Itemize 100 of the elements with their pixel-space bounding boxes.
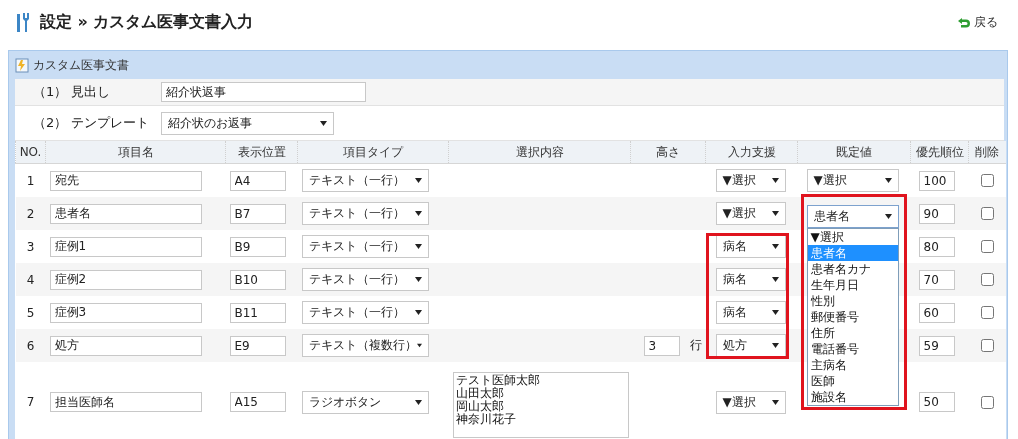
template-select[interactable]: 紹介状のお返事 <box>161 111 334 135</box>
caret-icon <box>771 342 779 349</box>
heading-field[interactable]: 紹介状返事 <box>161 82 366 102</box>
caret-icon <box>320 119 327 127</box>
priority-field[interactable]: 60 <box>918 302 955 323</box>
caret-icon <box>414 243 422 250</box>
document-icon <box>15 57 29 73</box>
item-type-select[interactable]: テキスト（一行） <box>301 235 429 258</box>
caret-icon <box>771 243 779 250</box>
caret-icon <box>771 309 779 316</box>
position-field[interactable]: B10 <box>229 269 286 290</box>
delete-checkbox[interactable] <box>980 395 994 409</box>
column-header: 項目タイプ <box>297 141 449 164</box>
dropdown-option[interactable]: 郵便番号 <box>807 309 898 325</box>
position-field[interactable]: B11 <box>229 302 286 323</box>
height-field[interactable]: 3 <box>643 335 680 356</box>
delete-checkbox[interactable] <box>980 273 994 286</box>
item-name-field[interactable]: 処方 <box>49 335 202 356</box>
choice-line: テスト医師太郎 <box>455 374 540 387</box>
default-value-select[interactable]: 患者名 <box>806 205 899 228</box>
item-name-field[interactable]: 症例2 <box>49 269 202 290</box>
input-assist-select[interactable]: 病名 <box>715 235 786 258</box>
position-field[interactable]: A4 <box>229 170 286 191</box>
position-field[interactable]: E9 <box>229 335 286 356</box>
item-name-field[interactable]: 症例1 <box>49 236 202 257</box>
back-link[interactable]: 戻る <box>958 13 998 31</box>
input-assist-select[interactable]: ▼選択 <box>715 390 786 414</box>
choices-field[interactable]: テスト医師太郎 山田太郎 岡山太郎 神奈川花子 <box>452 372 629 438</box>
input-assist-select[interactable]: 病名 <box>715 301 786 324</box>
item-name-field[interactable]: 宛先 <box>49 170 202 191</box>
dropdown-option[interactable]: 患者名カナ <box>807 261 898 277</box>
priority-field[interactable]: 70 <box>918 269 955 290</box>
panel-title: カスタム医事文書 <box>33 56 129 74</box>
row-number: 5 <box>25 305 36 320</box>
column-header: 優先順位 <box>910 141 969 164</box>
priority-field[interactable]: 50 <box>918 392 955 412</box>
page-title: 設定 » カスタム医事文書入力 <box>40 11 255 33</box>
item-type-select[interactable]: テキスト（一行） <box>301 202 429 225</box>
row-number: 2 <box>25 206 36 221</box>
input-assist-select[interactable]: ▼選択 <box>715 169 786 192</box>
priority-field[interactable]: 80 <box>918 236 955 257</box>
delete-checkbox[interactable] <box>980 306 994 319</box>
caret-icon <box>884 177 892 184</box>
priority-field[interactable]: 59 <box>918 335 955 356</box>
row-number: 3 <box>25 239 36 254</box>
position-field[interactable]: B7 <box>229 203 286 224</box>
heading-label: （1） 見出し <box>32 83 112 101</box>
position-field[interactable]: B9 <box>229 236 286 257</box>
item-type-select[interactable]: テキスト（一行） <box>301 301 429 324</box>
row-number: 6 <box>25 338 36 353</box>
caret-icon <box>884 213 892 220</box>
dropdown-option[interactable]: 性別 <box>807 293 898 309</box>
item-name-field[interactable]: 担当医師名 <box>49 392 202 412</box>
dropdown-option[interactable]: 医師 <box>807 373 898 389</box>
priority-field[interactable]: 100 <box>918 170 955 191</box>
row-number: 4 <box>25 272 36 287</box>
dropdown-option[interactable]: 電話番号 <box>807 341 898 357</box>
caret-icon <box>414 177 422 184</box>
caret-icon <box>771 276 779 283</box>
delete-checkbox[interactable] <box>980 174 994 187</box>
choice-line: 岡山太郎 <box>455 400 504 413</box>
dropdown-option[interactable]: ▼選択 <box>807 229 898 245</box>
item-type-select[interactable]: ラジオボタン <box>301 390 429 414</box>
item-type-select[interactable]: テキスト（一行） <box>301 268 429 291</box>
choice-line: 神奈川花子 <box>455 413 516 426</box>
dropdown-option[interactable]: 生年月日 <box>807 277 898 293</box>
template-label: （2） テンプレート <box>32 114 151 132</box>
item-type-select[interactable]: テキスト（一行） <box>301 169 429 192</box>
item-name-field[interactable]: 患者名 <box>49 203 202 224</box>
column-header: 既定値 <box>797 141 911 164</box>
default-value-select[interactable]: ▼選択 <box>806 169 899 192</box>
caret-icon <box>771 398 779 406</box>
item-name-field[interactable]: 症例3 <box>49 302 202 323</box>
column-header: 選択内容 <box>448 141 631 164</box>
tools-icon <box>16 12 30 32</box>
position-field[interactable]: A15 <box>229 392 286 412</box>
row-number: 7 <box>25 395 36 409</box>
caret-icon <box>414 210 422 217</box>
delete-checkbox[interactable] <box>980 207 994 220</box>
column-header: 削除 <box>968 141 1006 164</box>
column-header: 高さ <box>630 141 706 164</box>
dropdown-option[interactable]: 施設名 <box>807 389 898 405</box>
priority-field[interactable]: 90 <box>918 203 955 224</box>
caret-icon <box>414 398 422 406</box>
column-header: NO. <box>15 141 46 164</box>
delete-checkbox[interactable] <box>980 339 994 352</box>
column-header: 表示位置 <box>225 141 298 164</box>
caret-icon <box>414 309 422 316</box>
dropdown-option[interactable]: 主病名 <box>807 357 898 373</box>
dropdown-option[interactable]: 住所 <box>807 325 898 341</box>
caret-icon <box>416 342 422 349</box>
column-header: 入力支援 <box>705 141 798 164</box>
input-assist-select[interactable]: 処方 <box>715 334 786 357</box>
input-assist-select[interactable]: 病名 <box>715 268 786 291</box>
caret-icon <box>771 177 779 184</box>
item-type-select[interactable]: テキスト（複数行） <box>301 334 429 357</box>
caret-icon <box>414 276 422 283</box>
delete-checkbox[interactable] <box>980 240 994 253</box>
input-assist-select[interactable]: ▼選択 <box>715 202 786 225</box>
choice-line: 山田太郎 <box>455 387 504 400</box>
